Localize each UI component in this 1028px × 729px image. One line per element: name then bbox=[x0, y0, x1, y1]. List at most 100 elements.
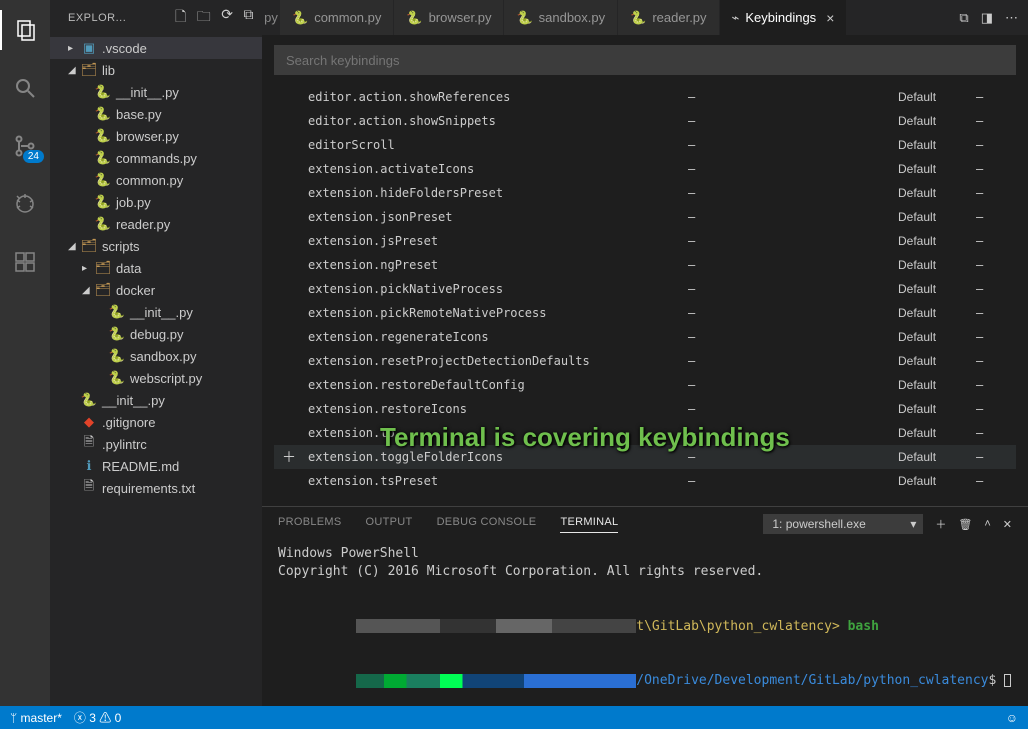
keybinding-row[interactable]: extension.resetProjectDetectionDefaults—… bbox=[274, 349, 1016, 373]
refresh-icon[interactable]: ⟳ bbox=[221, 6, 233, 30]
tree-item[interactable]: 🐍reader.py bbox=[50, 213, 262, 235]
tree-item[interactable]: 🐍__init__.py bbox=[50, 389, 262, 411]
keybindings-icon: ⌁ bbox=[732, 10, 740, 26]
open-keybindings-json-icon[interactable]: ⧉ bbox=[959, 10, 968, 26]
tree-item[interactable]: 🐍__init__.py bbox=[50, 81, 262, 103]
tree-item[interactable]: 🗎.pylintrc bbox=[50, 433, 262, 455]
tree-item[interactable]: ▸▣.vscode bbox=[50, 37, 262, 59]
keybinding-command: extension.restoreDefaultConfig bbox=[304, 378, 688, 392]
keybinding-row[interactable]: extension.regenerateIcons—Default— bbox=[274, 325, 1016, 349]
keybinding-command: extension.resetProjectDetectionDefaults bbox=[304, 354, 688, 368]
keybinding-row[interactable]: ＋extension.toggleFolderIcons—Default— bbox=[274, 445, 1016, 469]
add-keybinding-icon[interactable]: ＋ bbox=[274, 447, 304, 467]
keybinding-row[interactable]: extension.restoreIcons—Default— bbox=[274, 397, 1016, 421]
kill-terminal-icon[interactable]: 🗑 bbox=[958, 518, 972, 531]
tab-overflow-left[interactable]: py bbox=[262, 0, 280, 35]
keybinding-row[interactable]: extension.ngPreset—Default— bbox=[274, 253, 1016, 277]
panel-tab-output[interactable]: OUTPUT bbox=[366, 516, 413, 533]
chevron-icon bbox=[96, 373, 106, 384]
tree-item-label: job.py bbox=[116, 195, 151, 210]
keybinding-row[interactable]: extension.jsonPreset—Default— bbox=[274, 205, 1016, 229]
keybinding-source: Default bbox=[898, 210, 976, 224]
keybinding-when: — bbox=[976, 282, 1016, 296]
terminal-select[interactable]: 1: powershell.exe bbox=[763, 514, 923, 534]
keybindings-list[interactable]: editor.action.showReferences—Default—edi… bbox=[274, 85, 1016, 506]
keybinding-source: Default bbox=[898, 474, 976, 488]
tree-item[interactable]: ◆.gitignore bbox=[50, 411, 262, 433]
keybinding-key: — bbox=[688, 234, 898, 248]
file-icon: 🗎 bbox=[80, 433, 98, 455]
terminal-body[interactable]: Windows PowerShell Copyright (C) 2016 Mi… bbox=[262, 541, 1028, 713]
keybinding-row[interactable]: extension.restoreDefaultConfig—Default— bbox=[274, 373, 1016, 397]
tree-item[interactable]: ◢🗂lib bbox=[50, 59, 262, 81]
new-file-icon[interactable]: 🗋 bbox=[175, 6, 187, 30]
keybinding-row[interactable]: editor.action.showSnippets—Default— bbox=[274, 109, 1016, 133]
activity-search-icon[interactable] bbox=[0, 68, 50, 108]
chevron-icon bbox=[82, 87, 92, 98]
activity-debug-icon[interactable] bbox=[0, 184, 50, 224]
tree-item-label: __init__.py bbox=[102, 393, 165, 408]
tree-item-label: debug.py bbox=[130, 327, 184, 342]
tree-item-label: common.py bbox=[116, 173, 183, 188]
tree-item[interactable]: ◢🗂scripts bbox=[50, 235, 262, 257]
activity-explorer-icon[interactable] bbox=[0, 10, 50, 50]
chevron-icon: ◢ bbox=[68, 241, 78, 252]
editor-tab[interactable]: 🐍reader.py bbox=[618, 0, 719, 35]
panel-tab-problems[interactable]: PROBLEMS bbox=[278, 516, 342, 533]
tree-item[interactable]: ℹREADME.md bbox=[50, 455, 262, 477]
tree-item[interactable]: 🐍job.py bbox=[50, 191, 262, 213]
keybinding-command: extension.tsPreset bbox=[304, 474, 688, 488]
tab-label: common.py bbox=[314, 10, 381, 25]
keybinding-row[interactable]: extension.activateIcons—Default— bbox=[274, 157, 1016, 181]
keybinding-key: — bbox=[688, 210, 898, 224]
close-tab-icon[interactable]: × bbox=[826, 10, 834, 26]
file-tree[interactable]: ▸▣.vscode◢🗂lib 🐍__init__.py 🐍base.py 🐍br… bbox=[50, 35, 262, 706]
close-panel-icon[interactable]: ✕ bbox=[1003, 518, 1012, 531]
editor-tab[interactable]: 🐍common.py bbox=[280, 0, 394, 35]
keybinding-row[interactable]: extension.hideFoldersPreset—Default— bbox=[274, 181, 1016, 205]
tree-item[interactable]: ◢🗂docker bbox=[50, 279, 262, 301]
tree-item[interactable]: 🐍webscript.py bbox=[50, 367, 262, 389]
panel-tab-debug-console[interactable]: DEBUG CONSOLE bbox=[437, 516, 537, 533]
keybinding-row[interactable]: editorScroll—Default— bbox=[274, 133, 1016, 157]
keybinding-row[interactable]: extension.pickRemoteNativeProcess—Defaul… bbox=[274, 301, 1016, 325]
keybinding-source: Default bbox=[898, 450, 976, 464]
more-actions-icon[interactable]: ⋯ bbox=[1005, 10, 1018, 26]
keybinding-row[interactable]: extension.pickNativeProcess—Default— bbox=[274, 277, 1016, 301]
editor-tab[interactable]: 🐍browser.py bbox=[394, 0, 504, 35]
search-keybindings-input[interactable] bbox=[274, 45, 1016, 75]
tree-item[interactable]: 🐍debug.py bbox=[50, 323, 262, 345]
new-terminal-icon[interactable]: ＋ bbox=[935, 516, 946, 532]
tree-item[interactable]: 🐍base.py bbox=[50, 103, 262, 125]
maximize-panel-icon[interactable]: ˄ bbox=[984, 518, 990, 530]
activity-extensions-icon[interactable] bbox=[0, 242, 50, 282]
tree-item[interactable]: 🐍sandbox.py bbox=[50, 345, 262, 367]
keybinding-row[interactable]: extension.to—Default— bbox=[274, 421, 1016, 445]
tab-label: Keybindings bbox=[745, 10, 816, 25]
tree-item[interactable]: 🗎requirements.txt bbox=[50, 477, 262, 499]
editor-tab[interactable]: 🐍sandbox.py bbox=[504, 0, 618, 35]
tree-item[interactable]: ▸🗂data bbox=[50, 257, 262, 279]
editor-tab[interactable]: ⌁ Keybindings × bbox=[720, 0, 848, 35]
keybinding-command: editor.action.showReferences bbox=[304, 90, 688, 104]
tree-item[interactable]: 🐍common.py bbox=[50, 169, 262, 191]
keybinding-when: — bbox=[976, 426, 1016, 440]
keybinding-key: — bbox=[688, 474, 898, 488]
keybinding-row[interactable]: extension.jsPreset—Default— bbox=[274, 229, 1016, 253]
keybinding-row[interactable]: extension.tsPreset—Default— bbox=[274, 469, 1016, 493]
keybinding-row[interactable]: editor.action.showReferences—Default— bbox=[274, 85, 1016, 109]
collapse-all-icon[interactable]: ⧉ bbox=[244, 6, 255, 30]
keybinding-command: extension.pickNativeProcess bbox=[304, 282, 688, 296]
status-branch[interactable]: ᛘ master* bbox=[10, 711, 62, 725]
tree-item[interactable]: 🐍__init__.py bbox=[50, 301, 262, 323]
tree-item[interactable]: 🐍browser.py bbox=[50, 125, 262, 147]
chevron-icon bbox=[82, 175, 92, 186]
new-folder-icon[interactable]: 🗀 bbox=[197, 6, 212, 30]
activity-scm-icon[interactable]: 24 bbox=[0, 126, 50, 166]
split-editor-icon[interactable]: ◨ bbox=[981, 10, 993, 26]
keybinding-source: Default bbox=[898, 234, 976, 248]
status-feedback-icon[interactable]: ☺ bbox=[1006, 711, 1018, 725]
status-errors[interactable]: ⓧ 3 ⚠ 0 bbox=[74, 709, 121, 726]
tree-item[interactable]: 🐍commands.py bbox=[50, 147, 262, 169]
panel-tab-terminal[interactable]: TERMINAL bbox=[560, 516, 618, 533]
